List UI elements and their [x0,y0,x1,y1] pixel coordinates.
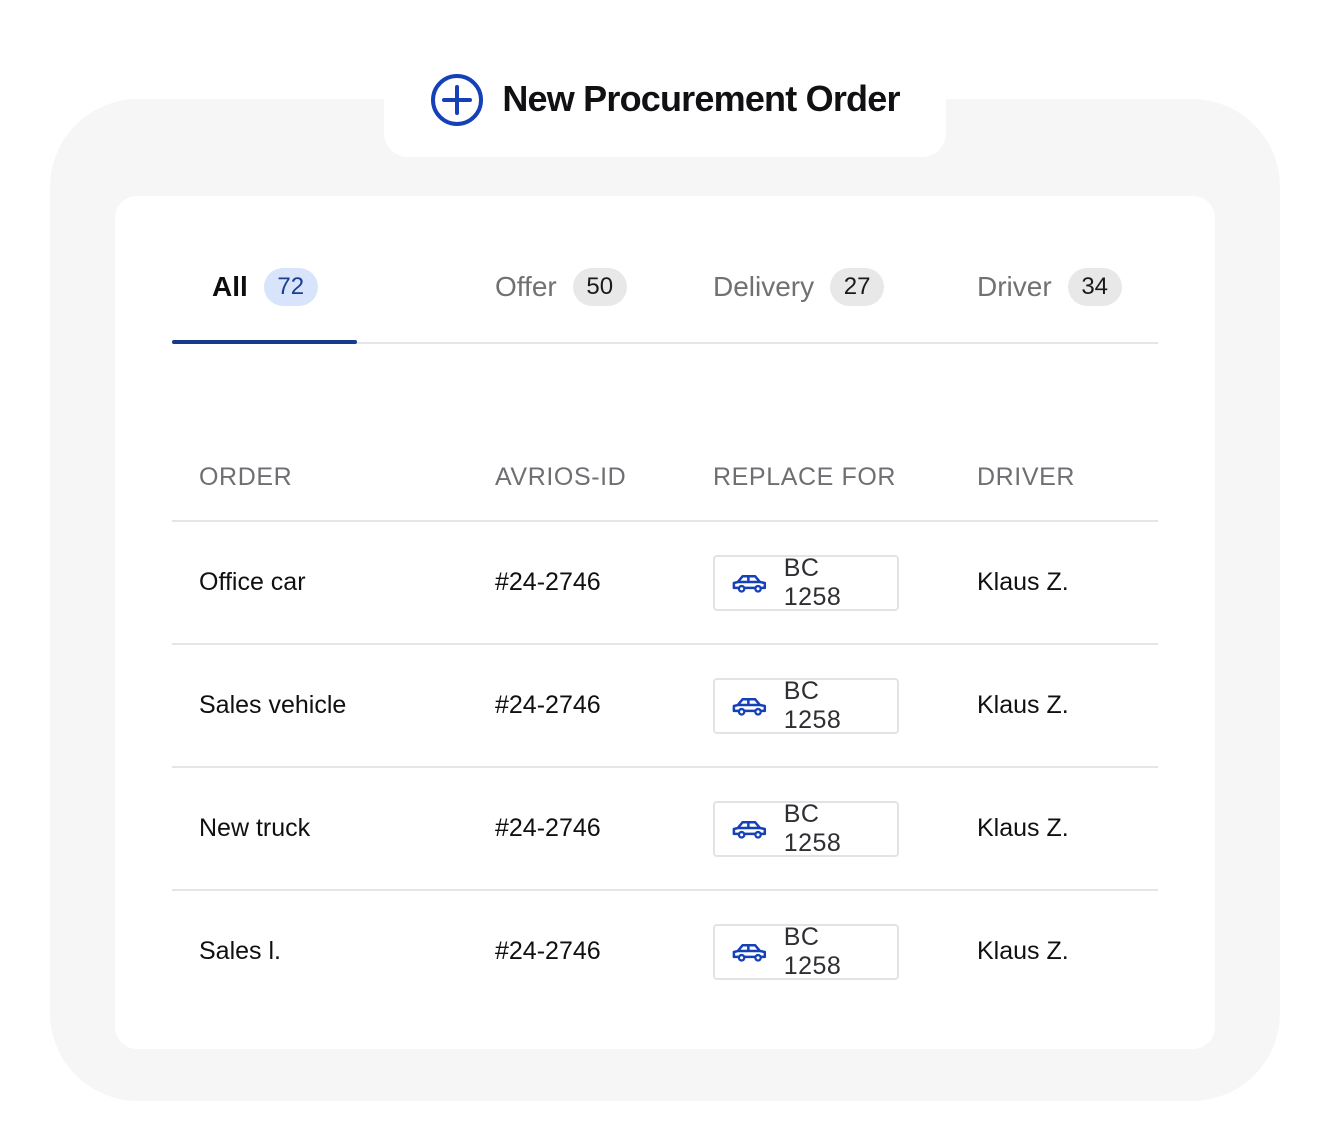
plate-number: BC 1258 [783,799,842,857]
car-icon [732,574,767,593]
license-plate-chip[interactable]: BC 1258 [713,922,899,980]
avrios-id: #24-2746 [495,568,601,596]
count-badge: 50 [572,268,627,306]
license-plate-chip[interactable]: BC 1258 [713,553,899,611]
count-badge: 72 [263,268,318,306]
column-header-order[interactable]: ORDER [199,463,292,492]
replace-for-cell: BC 1258 [713,768,899,889]
car-icon [732,697,767,716]
orders-table: ORDER AVRIOS-ID REPLACE FOR DRIVER Offic… [172,441,1158,1014]
order-name: Sales l. [199,937,281,965]
table-row[interactable]: New truck #24-2746 BC 1258 Klaus Z. [172,768,1158,891]
replace-for-cell: BC 1258 [713,891,899,1012]
tab-all[interactable]: All 72 [212,264,318,344]
tab-delivery[interactable]: Delivery 27 [713,264,885,344]
order-name: Sales vehicle [199,691,347,719]
tab-label: Offer [495,271,557,302]
table-row[interactable]: Sales vehicle #24-2746 BC 1258 Klaus Z. [172,645,1158,768]
replace-for-cell: BC 1258 [713,522,899,643]
driver-name: Klaus Z. [977,568,1069,596]
tab-bar: All 72 Offer 50 Delivery 27 Driver 34 [172,264,1158,344]
avrios-id: #24-2746 [495,937,601,965]
table-row[interactable]: Office car #24-2746 BC 1258 Klaus Z. [172,522,1158,645]
plate-number: BC 1258 [783,676,842,734]
plus-circle-icon [431,73,484,126]
tab-offer[interactable]: Offer 50 [495,264,627,344]
car-icon [732,820,767,839]
tab-label: Driver [977,271,1052,302]
replace-for-cell: BC 1258 [713,645,899,766]
active-tab-indicator [172,340,357,344]
car-icon [732,943,767,962]
license-plate-chip[interactable]: BC 1258 [713,676,899,734]
plate-number: BC 1258 [783,922,842,980]
new-order-button[interactable]: New Procurement Order [384,44,946,157]
license-plate-chip[interactable]: BC 1258 [713,799,899,857]
table-header: ORDER AVRIOS-ID REPLACE FOR DRIVER [172,441,1158,522]
plate-number: BC 1258 [783,553,842,611]
avrios-id: #24-2746 [495,814,601,842]
table-row[interactable]: Sales l. #24-2746 BC 1258 Klaus Z. [172,891,1158,1014]
column-header-replace-for[interactable]: REPLACE FOR [713,463,896,492]
driver-name: Klaus Z. [977,814,1069,842]
avrios-id: #24-2746 [495,691,601,719]
order-name: New truck [199,814,311,842]
tab-label: Delivery [713,271,815,302]
driver-name: Klaus Z. [977,691,1069,719]
page-title: New Procurement Order [502,77,900,119]
column-header-driver[interactable]: DRIVER [977,463,1075,492]
column-header-id[interactable]: AVRIOS-ID [495,463,626,492]
count-badge: 34 [1067,268,1122,306]
count-badge: 27 [830,268,885,306]
driver-name: Klaus Z. [977,937,1069,965]
tab-label: All [212,271,248,302]
order-name: Office car [199,568,306,596]
orders-card: All 72 Offer 50 Delivery 27 Driver 34 OR… [115,196,1215,1049]
tab-driver[interactable]: Driver 34 [977,264,1122,344]
